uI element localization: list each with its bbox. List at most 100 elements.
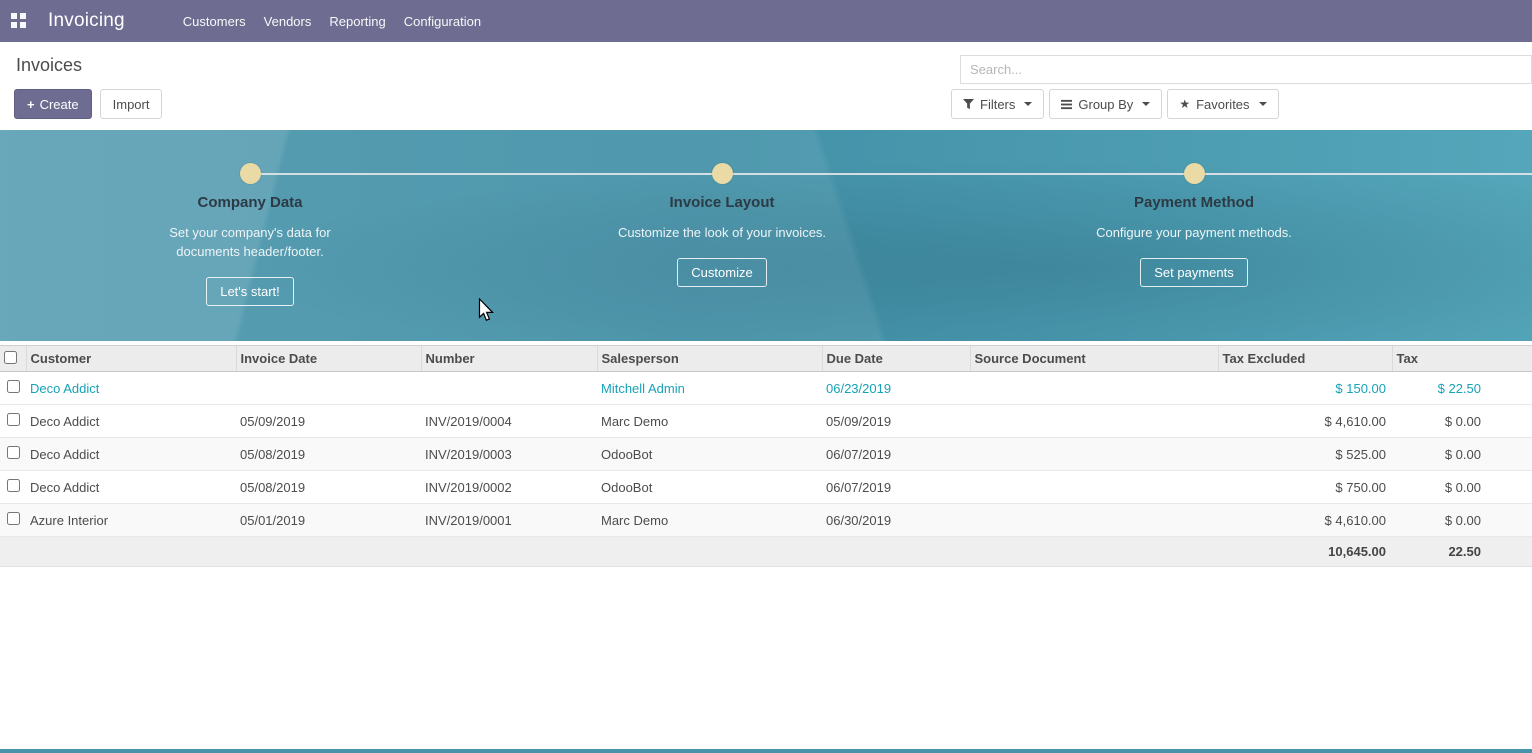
total-tax-excluded: 10,645.00 (1218, 537, 1392, 567)
page-title: Invoices (16, 55, 82, 76)
column-header-source-document[interactable]: Source Document (970, 346, 1218, 372)
invoice-row[interactable]: Deco Addict Mitchell Admin 06/23/2019 $ … (0, 372, 1532, 405)
column-header-invoice-date[interactable]: Invoice Date (236, 346, 421, 372)
cell-source-document (970, 504, 1218, 537)
filters-button[interactable]: Filters (951, 89, 1044, 119)
row-select-cell (0, 438, 26, 471)
cell-source-document (970, 372, 1218, 405)
star-icon: ★ (1179, 98, 1190, 110)
row-select-cell (0, 372, 26, 405)
onboarding-step-company-data: Company Data Set your company's data for… (100, 194, 400, 306)
column-header-tax[interactable]: Tax (1392, 346, 1532, 372)
menu-item-reporting[interactable]: Reporting (320, 2, 394, 41)
invoice-row[interactable]: Deco Addict 05/08/2019 INV/2019/0002 Odo… (0, 471, 1532, 504)
apps-icon-square (20, 22, 26, 28)
cell-tax: $ 22.50 (1392, 372, 1532, 405)
column-header-customer[interactable]: Customer (26, 346, 236, 372)
filters-label: Filters (980, 97, 1015, 112)
cell-salesperson: Marc Demo (597, 504, 822, 537)
chevron-down-icon (1024, 102, 1032, 106)
invoice-row[interactable]: Deco Addict 05/09/2019 INV/2019/0004 Mar… (0, 405, 1532, 438)
cell-source-document (970, 471, 1218, 504)
favorites-button[interactable]: ★ Favorites (1167, 89, 1278, 119)
row-checkbox[interactable] (7, 413, 20, 426)
onboarding-step-payment-method: Payment Method Configure your payment me… (1044, 194, 1344, 287)
select-all-cell (0, 346, 26, 372)
menu-item-vendors[interactable]: Vendors (255, 2, 321, 41)
cell-customer: Deco Addict (26, 405, 236, 438)
import-button[interactable]: Import (100, 89, 163, 119)
onboarding-step-invoice-layout: Invoice Layout Customize the look of you… (572, 194, 872, 287)
set-payments-button[interactable]: Set payments (1140, 258, 1248, 287)
total-tax: 22.50 (1392, 537, 1532, 567)
bottom-edge-strip (0, 749, 1532, 753)
cell-salesperson: OdooBot (597, 471, 822, 504)
step-dot-company-data (240, 163, 261, 184)
step-description: Customize the look of your invoices. (616, 223, 828, 242)
apps-menu-icon[interactable] (11, 13, 27, 29)
group-by-icon (1061, 99, 1072, 110)
table-body: Deco Addict Mitchell Admin 06/23/2019 $ … (0, 372, 1532, 537)
top-navbar: Invoicing Customers Vendors Reporting Co… (0, 0, 1532, 42)
invoice-table: Customer Invoice Date Number Salesperson… (0, 345, 1532, 567)
cell-source-document (970, 438, 1218, 471)
table-header: Customer Invoice Date Number Salesperson… (0, 346, 1532, 372)
step-dot-invoice-layout (712, 163, 733, 184)
app-title[interactable]: Invoicing (48, 10, 125, 32)
cell-number: INV/2019/0003 (421, 438, 597, 471)
cell-invoice-date (236, 372, 421, 405)
column-header-number[interactable]: Number (421, 346, 597, 372)
cell-due-date: 05/09/2019 (822, 405, 970, 438)
cell-number (421, 372, 597, 405)
filter-icon (963, 99, 974, 110)
cell-customer: Deco Addict (26, 438, 236, 471)
column-header-salesperson[interactable]: Salesperson (597, 346, 822, 372)
table-footer: 10,645.00 22.50 (0, 537, 1532, 567)
row-checkbox[interactable] (7, 479, 20, 492)
cell-tax: $ 0.00 (1392, 438, 1532, 471)
cell-customer: Deco Addict (26, 471, 236, 504)
cell-tax-excluded: $ 150.00 (1218, 372, 1392, 405)
step-title: Invoice Layout (572, 194, 872, 211)
invoice-row[interactable]: Azure Interior 05/01/2019 INV/2019/0001 … (0, 504, 1532, 537)
create-button[interactable]: +Create (14, 89, 92, 119)
menu-item-customers[interactable]: Customers (174, 2, 255, 41)
row-select-cell (0, 405, 26, 438)
cell-tax: $ 0.00 (1392, 471, 1532, 504)
cell-salesperson: OdooBot (597, 438, 822, 471)
invoice-list-view: Customer Invoice Date Number Salesperson… (0, 345, 1532, 567)
select-all-checkbox[interactable] (4, 351, 17, 364)
cell-tax-excluded: $ 525.00 (1218, 438, 1392, 471)
cell-invoice-date: 05/08/2019 (236, 438, 421, 471)
cell-customer: Deco Addict (26, 372, 236, 405)
search-input[interactable] (960, 55, 1532, 84)
group-by-button[interactable]: Group By (1049, 89, 1162, 119)
action-buttons: +Create Import (14, 89, 162, 119)
row-checkbox[interactable] (7, 446, 20, 459)
row-select-cell (0, 504, 26, 537)
apps-icon-square (20, 13, 26, 19)
cell-number: INV/2019/0001 (421, 504, 597, 537)
plus-icon: + (27, 97, 35, 112)
chevron-down-icon (1259, 102, 1267, 106)
cell-tax: $ 0.00 (1392, 504, 1532, 537)
column-header-due-date[interactable]: Due Date (822, 346, 970, 372)
cell-source-document (970, 405, 1218, 438)
row-checkbox[interactable] (7, 380, 20, 393)
column-header-tax-excluded[interactable]: Tax Excluded (1218, 346, 1392, 372)
customize-button[interactable]: Customize (677, 258, 766, 287)
cell-due-date: 06/30/2019 (822, 504, 970, 537)
search-options: Filters Group By ★ Favorites (951, 89, 1279, 119)
row-checkbox[interactable] (7, 512, 20, 525)
cell-invoice-date: 05/09/2019 (236, 405, 421, 438)
lets-start-button[interactable]: Let's start! (206, 277, 294, 306)
cell-due-date: 06/07/2019 (822, 471, 970, 504)
favorites-label: Favorites (1196, 97, 1249, 112)
invoice-row[interactable]: Deco Addict 05/08/2019 INV/2019/0003 Odo… (0, 438, 1532, 471)
cell-due-date: 06/07/2019 (822, 438, 970, 471)
step-title: Company Data (100, 194, 400, 211)
menu-item-configuration[interactable]: Configuration (395, 2, 490, 41)
cell-salesperson: Marc Demo (597, 405, 822, 438)
cell-invoice-date: 05/08/2019 (236, 471, 421, 504)
cell-number: INV/2019/0002 (421, 471, 597, 504)
